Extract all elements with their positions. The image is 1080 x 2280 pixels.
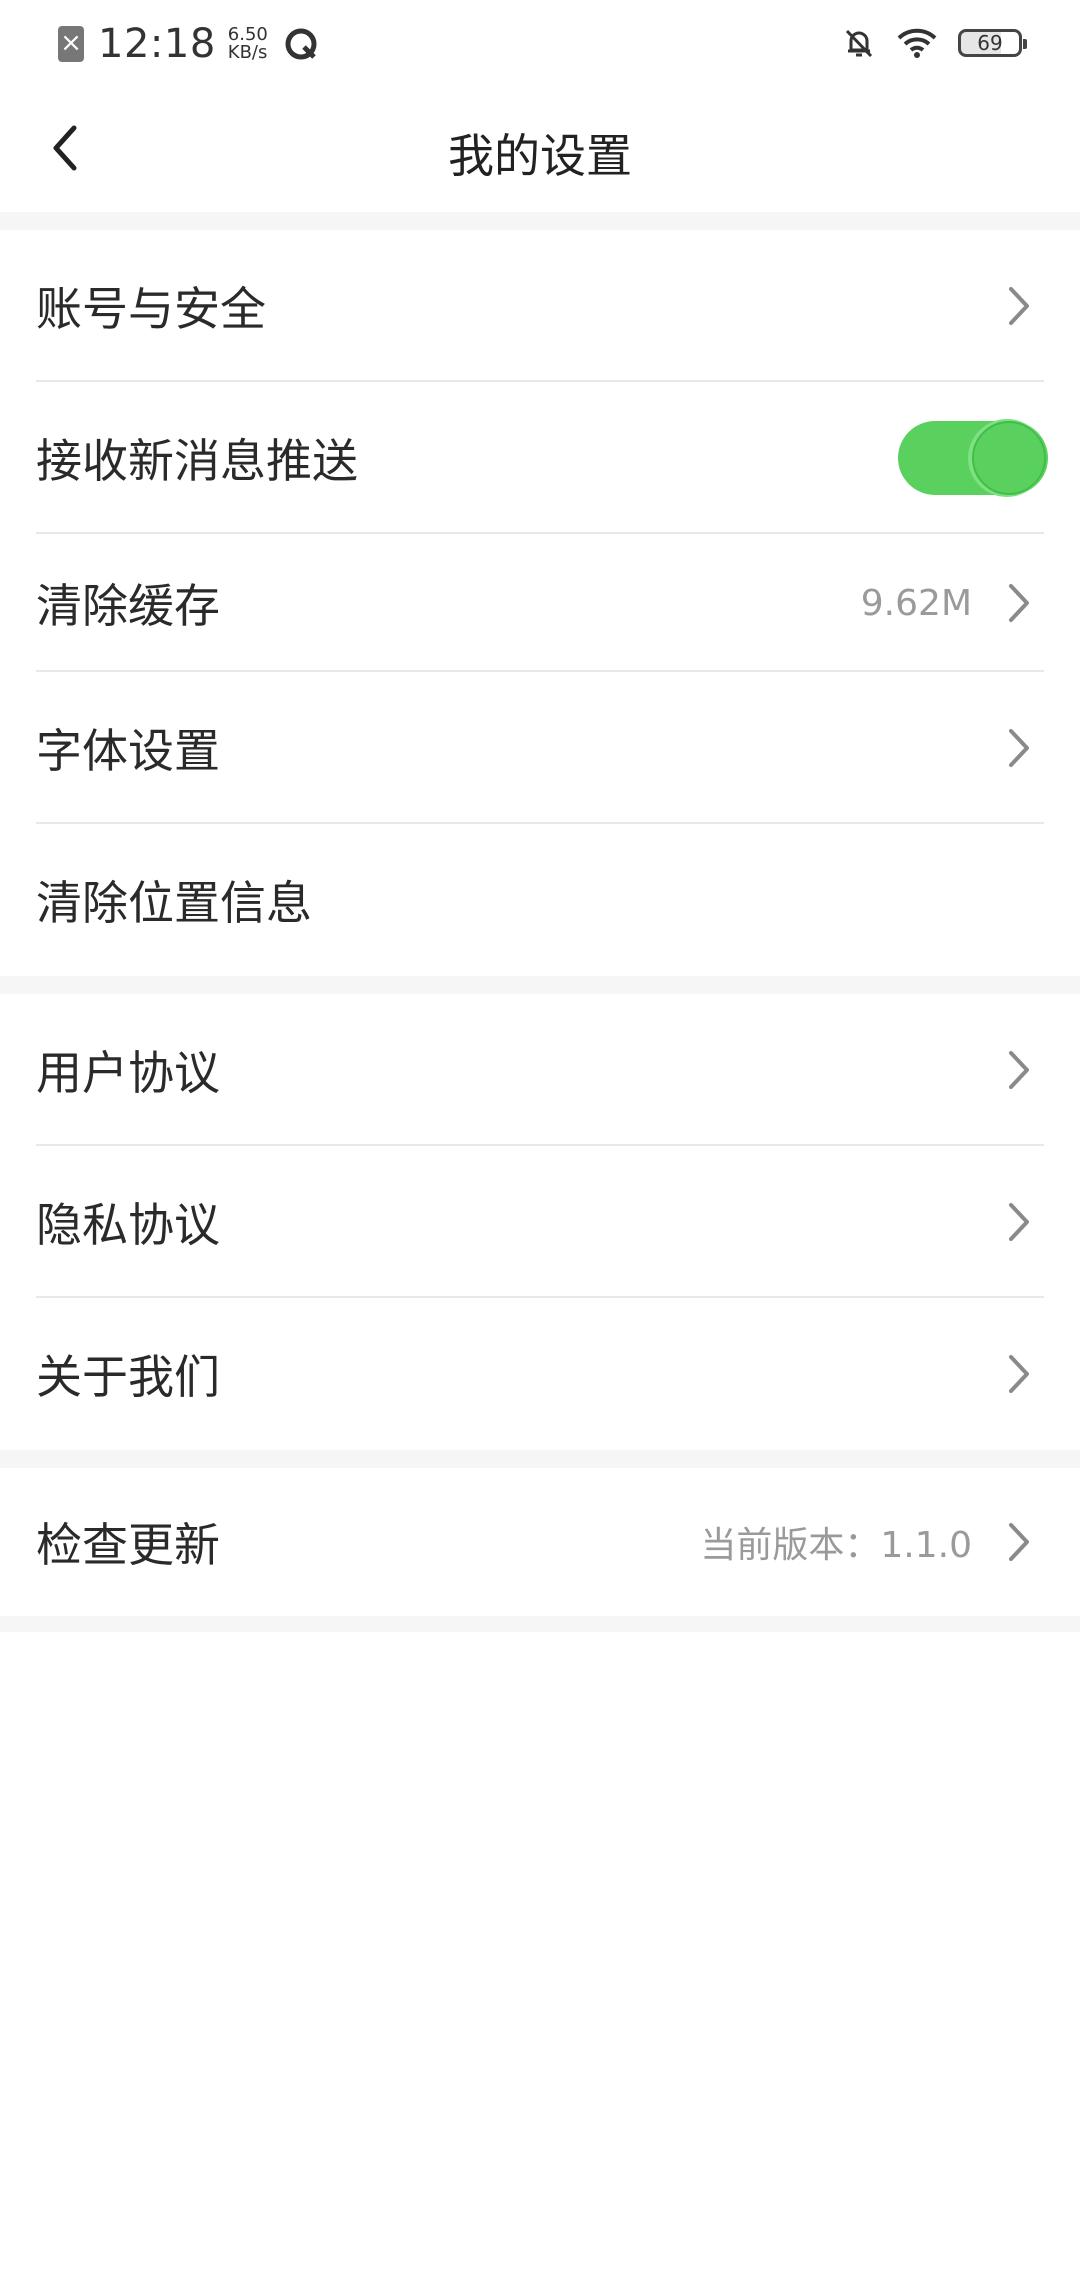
- chevron-right-icon: [1009, 729, 1029, 767]
- setting-user-agreement[interactable]: 用户协议: [0, 994, 1080, 1146]
- setting-label: 清除位置信息: [36, 876, 312, 930]
- setting-label: 账号与安全: [36, 282, 266, 336]
- setting-check-update[interactable]: 检查更新 当前版本：1.1.0: [0, 1468, 1080, 1616]
- setting-label: 接收新消息推送: [36, 434, 358, 488]
- section-gap: [0, 976, 1080, 994]
- setting-label: 字体设置: [36, 724, 220, 778]
- setting-label: 关于我们: [36, 1350, 220, 1404]
- status-bar: 12:18 6.50 KB/s 69: [0, 0, 1080, 88]
- page-title: 我的设置: [448, 129, 632, 183]
- status-left: 12:18 6.50 KB/s: [58, 18, 318, 70]
- setting-privacy-agreement[interactable]: 隐私协议: [0, 1146, 1080, 1298]
- battery-level: 69: [977, 31, 1003, 55]
- chevron-right-icon: [1009, 287, 1029, 325]
- setting-clear-cache[interactable]: 清除缓存 9.62M: [0, 534, 1080, 672]
- sim-error-icon: [58, 26, 84, 62]
- status-right: 69: [842, 20, 1027, 66]
- setting-clear-location[interactable]: 清除位置信息: [0, 824, 1080, 976]
- section-gap: [0, 1450, 1080, 1468]
- setting-label: 清除缓存: [36, 579, 220, 633]
- setting-push-notifications: 接收新消息推送: [0, 382, 1080, 534]
- settings-group-3: 检查更新 当前版本：1.1.0: [0, 1468, 1080, 1616]
- chevron-right-icon: [1009, 1523, 1029, 1561]
- settings-group-1: 账号与安全 接收新消息推送 清除缓存 9.62M 字体设置 清除位置信息: [0, 230, 1080, 976]
- battery-icon: 69: [958, 29, 1027, 57]
- setting-font[interactable]: 字体设置: [0, 672, 1080, 824]
- setting-account-security[interactable]: 账号与安全: [0, 230, 1080, 382]
- setting-label: 检查更新: [36, 1518, 220, 1572]
- app-q-icon: [285, 28, 317, 60]
- wifi-icon: [897, 28, 937, 58]
- chevron-right-icon: [1009, 1355, 1029, 1393]
- status-time: 12:18: [98, 21, 216, 67]
- setting-label: 隐私协议: [36, 1198, 220, 1252]
- settings-group-2: 用户协议 隐私协议 关于我们: [0, 994, 1080, 1450]
- chevron-right-icon: [1009, 1051, 1029, 1089]
- current-version: 当前版本：1.1.0: [700, 1525, 972, 1566]
- toggle-knob: [972, 421, 1046, 495]
- cache-size: 9.62M: [860, 582, 972, 624]
- setting-label: 用户协议: [36, 1046, 220, 1100]
- push-toggle[interactable]: [898, 421, 1048, 495]
- bell-muted-icon: [845, 29, 873, 58]
- section-gap: [0, 212, 1080, 230]
- network-speed-unit: KB/s: [227, 42, 268, 63]
- app-header: 我的设置: [0, 88, 1080, 212]
- chevron-right-icon: [1009, 584, 1029, 622]
- network-speed: 6.50 KB/s: [228, 26, 268, 62]
- setting-about-us[interactable]: 关于我们: [0, 1298, 1080, 1450]
- section-gap: [0, 1616, 1080, 1632]
- chevron-right-icon: [1009, 1203, 1029, 1241]
